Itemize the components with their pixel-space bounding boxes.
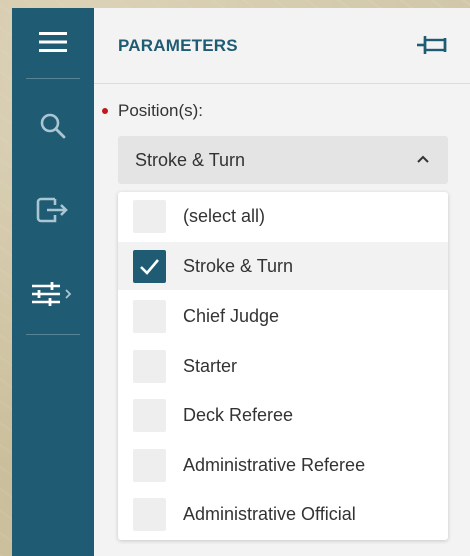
checkbox[interactable] bbox=[133, 449, 166, 482]
sliders-icon bbox=[32, 282, 72, 306]
parameters-button[interactable] bbox=[12, 264, 94, 324]
checkbox[interactable] bbox=[133, 350, 166, 383]
sidebar-divider bbox=[26, 78, 80, 79]
option-label: Starter bbox=[183, 355, 238, 376]
option-label: Administrative Referee bbox=[183, 454, 366, 475]
option-deck-referee[interactable]: Deck Referee bbox=[118, 391, 448, 439]
search-icon bbox=[40, 113, 66, 139]
menu-icon bbox=[39, 32, 67, 52]
option-label: Deck Referee bbox=[183, 404, 294, 425]
parameters-panel: PARAMETERS Position(s): Stroke & Turn (s… bbox=[94, 8, 470, 556]
pin-icon bbox=[417, 36, 447, 54]
required-indicator bbox=[102, 108, 108, 114]
pin-button[interactable] bbox=[416, 34, 450, 61]
checkbox-checked[interactable] bbox=[133, 250, 166, 283]
parameter-label-text: Position(s): bbox=[118, 101, 204, 120]
sidebar bbox=[12, 8, 94, 556]
selected-value: Stroke & Turn bbox=[135, 149, 246, 170]
checkbox[interactable] bbox=[133, 200, 166, 233]
position-select[interactable]: Stroke & Turn bbox=[118, 136, 448, 184]
option-label: (select all) bbox=[183, 205, 266, 226]
chevron-up-icon bbox=[417, 155, 429, 163]
option-select-all[interactable]: (select all) bbox=[118, 192, 448, 240]
option-label: Administrative Official bbox=[183, 503, 356, 524]
option-administrative-official[interactable]: Administrative Official bbox=[118, 490, 448, 538]
checkbox[interactable] bbox=[133, 399, 166, 432]
search-button[interactable] bbox=[12, 96, 94, 156]
checkmark-icon bbox=[140, 259, 159, 275]
option-chief-judge[interactable]: Chief Judge bbox=[118, 292, 448, 340]
panel-header: PARAMETERS bbox=[94, 8, 470, 84]
option-administrative-referee[interactable]: Administrative Referee bbox=[118, 441, 448, 489]
position-dropdown: (select all) Stroke & Turn Chief Judge S… bbox=[118, 192, 448, 540]
option-stroke-turn[interactable]: Stroke & Turn bbox=[118, 242, 448, 290]
option-label: Stroke & Turn bbox=[183, 255, 294, 276]
logout-icon bbox=[36, 197, 68, 223]
menu-button[interactable] bbox=[12, 12, 94, 72]
option-starter[interactable]: Starter bbox=[118, 342, 448, 390]
parameter-label: Position(s): bbox=[102, 101, 203, 121]
panel-title: PARAMETERS bbox=[118, 35, 238, 55]
export-button[interactable] bbox=[12, 180, 94, 240]
sidebar-divider bbox=[26, 334, 80, 335]
checkbox[interactable] bbox=[133, 300, 166, 333]
chevron-right-icon bbox=[65, 289, 72, 299]
checkbox[interactable] bbox=[133, 498, 166, 531]
option-label: Chief Judge bbox=[183, 305, 280, 326]
